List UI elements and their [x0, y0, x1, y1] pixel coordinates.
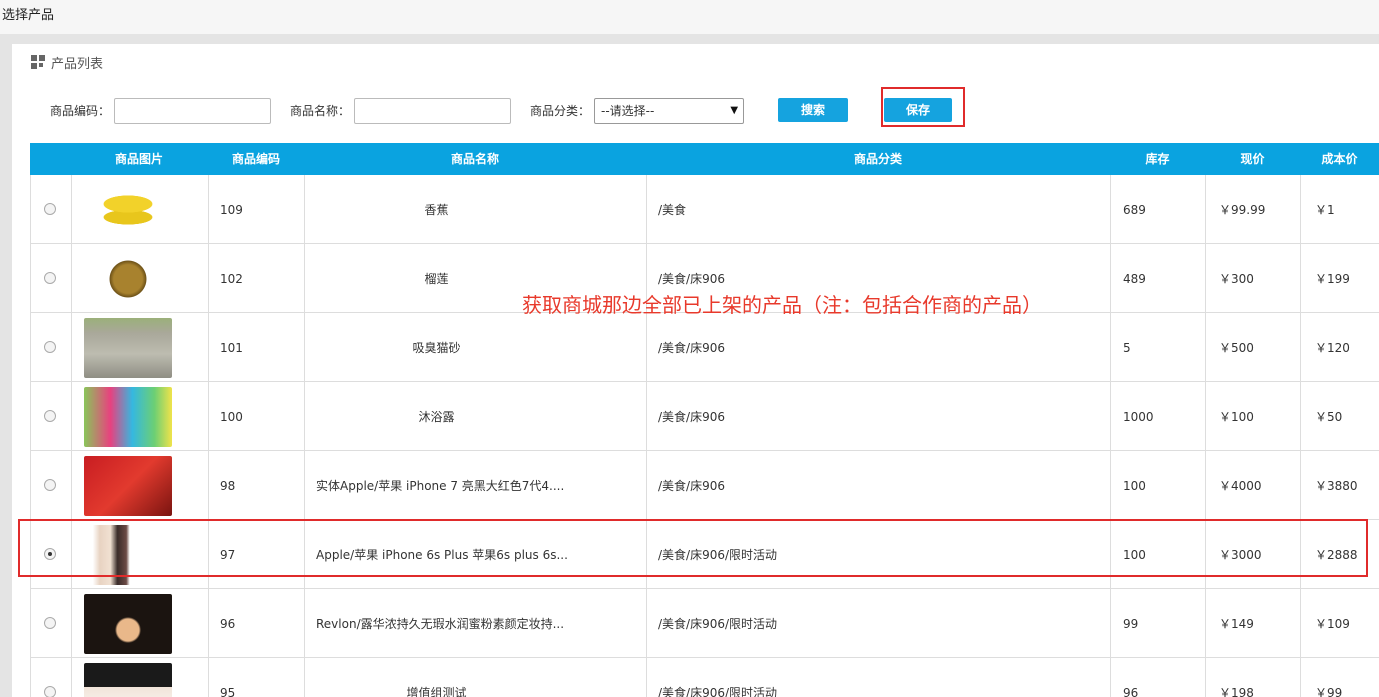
product-thumbnail	[84, 180, 172, 240]
code-label: 商品编码：	[50, 104, 111, 118]
column-divider	[208, 175, 209, 697]
product-thumbnail	[84, 594, 172, 654]
filter-name: 商品名称：	[290, 97, 512, 124]
col-header-name: 商品名称	[450, 152, 499, 166]
column-divider	[30, 175, 31, 697]
save-highlight-box	[881, 87, 965, 127]
col-header-cost: 成本价	[1321, 152, 1358, 166]
cell-stock: 1000	[1123, 409, 1154, 424]
cell-category: /美食/床906	[658, 479, 725, 493]
col-header-code: 商品编码	[231, 152, 280, 166]
cell-category: /美食/床906	[658, 341, 725, 355]
row-radio[interactable]	[44, 203, 56, 215]
cell-code: 96	[220, 616, 236, 631]
cell-name: 增值组测试	[406, 686, 467, 697]
table-row[interactable]: 98 实体Apple/苹果 iPhone 7 亮黑大红色7代4.... /美食/床9…	[30, 451, 1379, 520]
search-button[interactable]: 搜索	[778, 98, 848, 122]
code-input[interactable]	[114, 97, 272, 124]
category-selected: --请选择--	[601, 104, 655, 118]
product-thumbnail	[84, 663, 172, 697]
col-header-stock: 库存	[1145, 152, 1170, 166]
product-thumbnail	[84, 387, 172, 447]
table-row[interactable]: 96 Revlon/露华浓持久无瑕水润蜜粉素颜定妆持... /美食/床906/限时活…	[30, 589, 1379, 658]
col-header-image: 商品图片	[114, 152, 163, 166]
column-divider	[1300, 175, 1301, 697]
col-header-category: 商品分类	[853, 152, 902, 166]
cell-code: 109	[220, 202, 243, 217]
cell-cost: ￥199	[1315, 272, 1350, 286]
left-gutter	[0, 44, 12, 697]
panel-header: 产品列表	[31, 53, 104, 72]
window-titlebar: 选择产品	[0, 0, 1379, 34]
cell-code: 100	[220, 409, 243, 424]
filter-category: 商品分类： --请选择-- ▼	[530, 97, 745, 124]
cell-cost: ￥99	[1315, 686, 1343, 697]
cell-name: 沐浴露	[418, 410, 455, 424]
name-label: 商品名称：	[290, 104, 351, 118]
cell-stock: 100	[1123, 478, 1146, 493]
filter-code: 商品编码：	[50, 97, 272, 124]
cell-price: ￥100	[1219, 410, 1254, 424]
row-radio[interactable]	[44, 272, 56, 284]
row-radio[interactable]	[44, 410, 56, 422]
column-divider	[304, 175, 305, 697]
table-row[interactable]: 109 香蕉/美食 689 ￥99.99 ￥1	[30, 175, 1379, 244]
cell-category: /美食/床906	[658, 410, 725, 424]
cell-cost: ￥50	[1315, 410, 1343, 424]
col-header-price: 现价	[1240, 152, 1265, 166]
column-divider	[71, 175, 72, 697]
cell-price: ￥500	[1219, 341, 1254, 355]
cell-price: ￥300	[1219, 272, 1254, 286]
cell-cost: ￥1	[1315, 203, 1335, 217]
chevron-down-icon: ▼	[730, 104, 739, 116]
cell-stock: 99	[1123, 616, 1139, 631]
column-divider	[1205, 175, 1206, 697]
cell-price: ￥99.99	[1219, 203, 1266, 217]
table-row[interactable]: 95 增值组测试/美食/床906/限时活动 96 ￥198 ￥99	[30, 658, 1379, 697]
cell-price: ￥149	[1219, 617, 1254, 631]
row-radio[interactable]	[44, 479, 56, 491]
annotation-text: 获取商城那边全部已上架的产品（注：包括合作商的产品）	[522, 293, 1042, 317]
cell-code: 101	[220, 340, 243, 355]
row-radio[interactable]	[44, 617, 56, 629]
cell-price: ￥4000	[1219, 479, 1262, 493]
product-thumbnail	[84, 318, 172, 378]
divider	[0, 34, 1379, 44]
panel-title: 产品列表	[51, 56, 104, 72]
cell-category: /美食	[658, 203, 687, 217]
cell-code: 102	[220, 271, 243, 286]
cell-stock: 689	[1123, 202, 1146, 217]
name-input[interactable]	[354, 97, 512, 124]
row-radio[interactable]	[44, 341, 56, 353]
cell-cost: ￥120	[1315, 341, 1350, 355]
grid-icon	[31, 55, 45, 69]
product-thumbnail	[84, 249, 172, 309]
column-divider	[646, 175, 647, 697]
cell-name: 吸臭猫砂	[412, 341, 461, 355]
category-label: 商品分类：	[530, 104, 591, 118]
category-select[interactable]: --请选择-- ▼	[594, 97, 745, 124]
window-title: 选择产品	[2, 8, 55, 23]
cell-stock: 489	[1123, 271, 1146, 286]
cell-name: Revlon/露华浓持久无瑕水润蜜粉素颜定妆持...	[316, 617, 565, 631]
table-header: 商品图片 商品编码 商品名称 商品分类 库存 现价 成本价	[30, 143, 1379, 175]
cell-name: 实体Apple/苹果 iPhone 7 亮黑大红色7代4....	[316, 479, 565, 493]
cell-name: 香蕉	[424, 203, 449, 217]
table-row[interactable]: 101 吸臭猫砂/美食/床906 5 ￥500 ￥120	[30, 313, 1379, 382]
cell-stock: 5	[1123, 340, 1131, 355]
table-row[interactable]: 100 沐浴露/美食/床906 1000 ￥100 ￥50	[30, 382, 1379, 451]
cell-category: /美食/床906/限时活动	[658, 617, 778, 631]
cell-category: /美食/床906/限时活动	[658, 686, 778, 697]
row-radio[interactable]	[44, 686, 56, 697]
cell-cost: ￥109	[1315, 617, 1350, 631]
row-highlight-box	[18, 519, 1368, 577]
cell-stock: 96	[1123, 685, 1139, 697]
cell-code: 98	[220, 478, 236, 493]
cell-cost: ￥3880	[1315, 479, 1358, 493]
product-thumbnail	[84, 456, 172, 516]
cell-price: ￥198	[1219, 686, 1254, 697]
cell-code: 95	[220, 685, 236, 697]
column-divider	[1110, 175, 1111, 697]
